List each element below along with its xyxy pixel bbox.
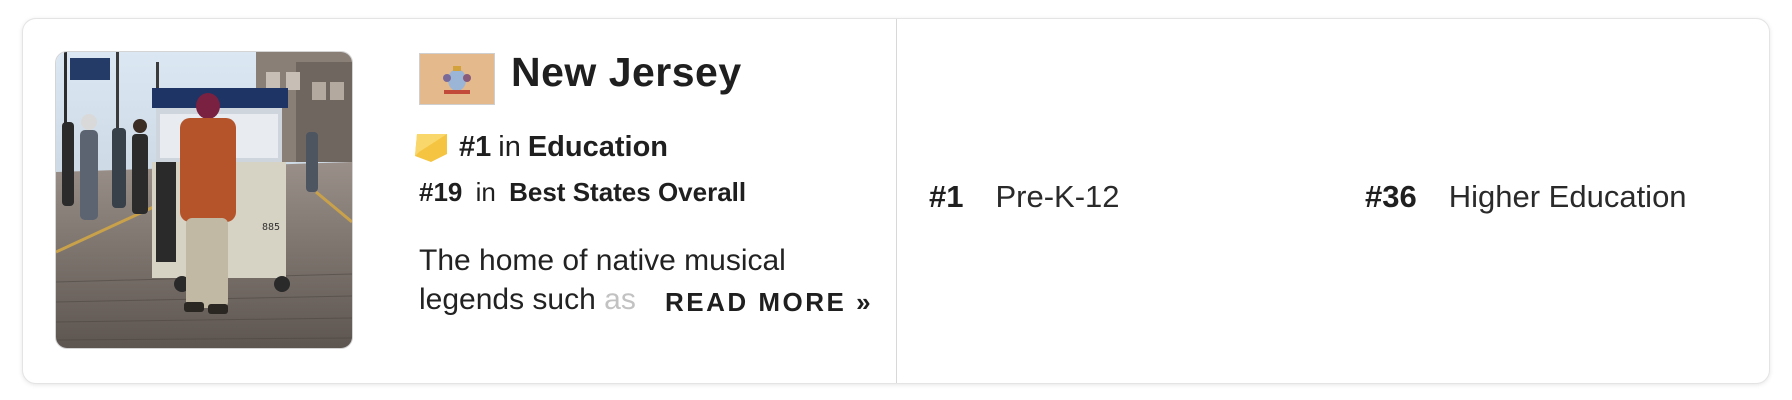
overall-ranking[interactable]: #19 in Best States Overall [419, 177, 746, 208]
sub-rank-number: #36 [1365, 179, 1417, 214]
read-more-link[interactable]: READ MORE » [661, 287, 874, 318]
primary-rank-category[interactable]: Education [528, 131, 668, 164]
boardwalk-photo: 885 [56, 52, 352, 348]
primary-rank-in: in [498, 131, 521, 163]
sub-rank-label[interactable]: Pre-K-12 [995, 179, 1119, 215]
svg-text:885: 885 [262, 222, 280, 233]
overall-rank-in: in [475, 177, 496, 207]
page-title: New Jersey [511, 49, 742, 95]
sub-rank-label[interactable]: Higher Education [1449, 179, 1687, 215]
overall-rank-category[interactable]: Best States Overall [509, 177, 746, 207]
description-line-1: The home of native musical [419, 244, 786, 277]
sub-rank-number: #1 [929, 179, 964, 214]
sub-ranking-pre-k-12[interactable]: #1 Pre-K-12 [929, 179, 1120, 215]
overall-rank-number: #19 [419, 177, 463, 207]
new-jersey-flag-icon [419, 53, 495, 105]
sub-ranking-higher-education[interactable]: #36 Higher Education [1365, 179, 1687, 215]
state-photo[interactable]: 885 [55, 51, 353, 349]
primary-ranking[interactable]: #1 in Education [413, 131, 668, 164]
rank-badge-icon [413, 132, 449, 164]
state-ranking-card: 885 New Jersey #1 in Education #19 in Be… [22, 18, 1770, 384]
description-line-2-text: legends such [419, 283, 596, 316]
divider [896, 19, 897, 383]
primary-rank-number: #1 [459, 131, 492, 163]
description-fade-text: as [595, 283, 636, 316]
